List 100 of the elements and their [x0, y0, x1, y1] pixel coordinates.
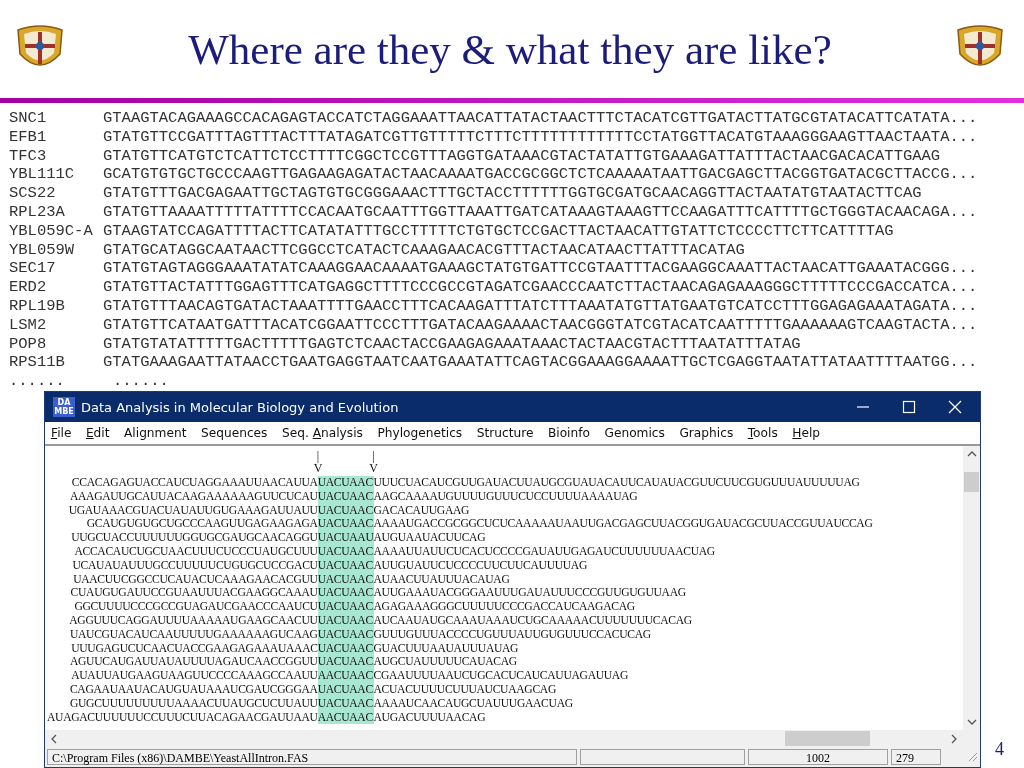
column-marker: | V	[313, 450, 322, 474]
sequence-text: AUGACUUUUAACAG	[373, 710, 487, 725]
gene-name: POP8	[9, 334, 48, 354]
gene-name: RPL23A	[9, 203, 66, 222]
menu-item[interactable]: Genomics	[604, 426, 665, 440]
sequence-text: AGUUCAUGAUUAUAUUUUAGAUCAACCGGUU	[68, 655, 318, 670]
menu-item[interactable]: Sequences	[200, 426, 268, 440]
scroll-down-icon[interactable]	[966, 718, 977, 726]
menu-item[interactable]: Phylogenetics	[377, 426, 463, 440]
sequence-text: ACCACAUCUGCUAACUUUCUCCCUAUGCUUU	[73, 545, 318, 559]
resize-grip-icon[interactable]	[968, 752, 978, 762]
sequence-text: UUGCUACCUUUUUUGGUGCGAUGCAACAGGU	[70, 531, 318, 545]
app-icon: DA MBE	[53, 397, 75, 417]
menu-item[interactable]: Graphics	[679, 426, 734, 440]
text-area[interactable]	[45, 446, 980, 747]
sequence-text: GCATGTGTGCTGCCCAAGTTGAGAAGAGATACTAACAAAATGACCGCGGCTCTCAAAAATAATTGACGAGCTTACGGTGATACGCTTACCG...	[103, 165, 978, 185]
motif-highlight: UACUAAC	[317, 517, 374, 532]
sequence-text: AUCAAUAUGCAAAUAAAUCUGCAAAAACUUUUUUUCACAG	[373, 613, 693, 628]
status-field: 1002	[748, 749, 888, 765]
sequence-text: GTATGTAGTAGGGAAATATATCAAAGGAACAAAATGAAAGCTATGTGATTCCGTAATTTACGAAGGCAAATTACTAACATTGAAATACGGG...	[103, 259, 978, 279]
sequence-text: UAACUUCGGCCUCAUACUCAAAGAACACGUU	[72, 572, 318, 587]
menu-item[interactable]: Bioinfo	[547, 426, 590, 440]
sequence-text: AAAGAUUGCAUUACAAGAAAAAAGUUCUCAU	[68, 489, 318, 504]
sequence-text: AUUGAAAUACGGGAAUUUGAUAUUUCCCGUUGUGUUAAG	[373, 586, 687, 601]
sequence-text: GTAAGTATCCAGATTTTACTTCATATATTTGCCTTTTTCTGTGCTCCGACTTACTAACATTGTATTCTCCCCTTCTTCATTTTAG	[103, 221, 895, 241]
sequence-text: AUAACUUAUUUACAUAG	[373, 572, 511, 587]
sequence-text: AGGUUUCAGGAUUUUAAAAAUGAAGCAACUU	[68, 613, 318, 628]
sequence-text: GTATGTTCATAATGATTTACATCGGAATTCCCTTTGATACAAGAAAACTAACGGGTATCGTACATCAATTTTTGAAAAAAGTCAAGTACTA...	[103, 315, 978, 335]
column-marker: | V	[369, 450, 378, 474]
slide-title: Where are they & what they are like?	[187, 24, 833, 74]
motif-highlight: AACUAAC	[317, 669, 374, 683]
motif-highlight: UACUAAC	[317, 655, 374, 670]
sequence-text: GTATGTTCATGTCTCATTCTCCTTTTCGGCTCCGTTTAGGTGATAAACGTACTATATTGTGAAAGATTATTTACTAACGACACATTGAAG	[103, 146, 942, 166]
gene-name: YBL059W	[9, 240, 76, 260]
gene-name: SEC17	[9, 259, 57, 279]
motif-highlight: UACUAAC	[317, 600, 374, 614]
window-title: Data Analysis in Molecular Biology and Evolution	[81, 399, 400, 415]
motif-highlight: UACUAAC	[317, 586, 374, 601]
sequence-text: AAAAUCAACAUGCUAUUUGAACUAG	[373, 696, 574, 711]
ellipsis-text: ......	[112, 372, 170, 391]
sequence-text: AGAGAAAGGGCUUUUUCCCGACCAUCAAGACAG	[373, 600, 636, 614]
gene-name: SCS22	[9, 184, 57, 203]
scroll-right-icon[interactable]	[950, 733, 958, 744]
gene-name: YBL059C-A	[9, 221, 94, 241]
sequence-text: UCAUAUAUUUGCCUUUUUCUGUGCUCCGACU	[71, 558, 318, 573]
sequence-text: CUAUGUGAUUCCGUAAUUUACGAAGGCAAAU	[69, 586, 318, 601]
sequence-text: AUAUUAUGAAGUAAGUUCCCCAAAGCCAAUU	[70, 669, 318, 683]
status-path: C:\Program Files (x86)\DAMBE\YeastAllIntron.FAS	[47, 749, 577, 765]
close-icon[interactable]	[948, 400, 962, 414]
sequence-text: AUUGUAUUCUCCCCUUCUUCAUUUUAG	[373, 558, 588, 573]
gene-name: EFB1	[9, 127, 48, 147]
sequence-text: AAAAUUAUUCUCACUCCCCGAUAUUGAGAUCUUUUUUAACUAG	[373, 545, 716, 559]
sequence-text: UGAUAAACGUACUAUAUUGUGAAAGAUUAUU	[67, 503, 318, 518]
motif-highlight: UACUAAU	[317, 531, 374, 545]
sequence-text: GTAAGTACAGAAAGCCACAGAGTACCATCTAGGAAATTAACATTATACTAACTTTCTACATCGTTGATACTTATGCGTATACATTCATATA...	[103, 109, 978, 128]
sequence-text: GUGCUUUUUUUUUAAAACUUAUGCUCUUAUU	[68, 696, 318, 711]
sequence-text: GTATGAAAGAATTATAACCTGAATGAGGTAATCAATGAAATATTCAGTACGGAAAGGAAAATTGCTCGAGGTAATATTATAATTTTAATGG...	[103, 353, 978, 373]
sequence-text: CGAAUUUUAAUCUGCACUCAUCAUUAGAUUAG	[373, 669, 629, 683]
menu-item[interactable]: File	[51, 426, 72, 440]
gene-name: ERD2	[9, 278, 48, 297]
gene-name: SNC1	[9, 109, 48, 128]
scroll-thumb[interactable]	[964, 472, 979, 492]
sequence-text: AAAAUGACCGCGGCUCUCAAAAAUAAUUGACGAGCUUACGGUGAUACGCUUACCGUUAUCCAG	[373, 517, 874, 532]
sequence-text: GUUUGUUUACCCCUGUUUAUUGUGUUUCCACUCAG	[373, 627, 652, 642]
sequence-text: GCAUGUGUGCUGCCCAAGUUGAGAAGAGA	[85, 517, 318, 532]
sequence-text: ACUACUUUUCUUUAUCUAAGCAG	[373, 682, 557, 697]
sequence-text: AUGUAAUACUUCAG	[373, 531, 487, 545]
menu-item[interactable]: Alignment	[124, 426, 187, 440]
sequence-text: CAGAAUAAUACAUGUAUAAAUCGAUCGGGAA	[68, 682, 318, 697]
sequence-text: GTATGTTACTATTTGGAGTTTCATGAGGCTTTTCCCGCCGTAGATCGAACCCAATCTTACTAACAGAGAAAGGGCTTTTTCCCGACCATCA...	[103, 278, 978, 297]
sequence-text: GTATGTATATTTTTGACTTTTTGAGTCTCAACTACCGAAGAGAAATAAACTACTAACGTACTTTAATATTTATAG	[103, 334, 802, 354]
sequence-text: AAGCAAAAUGUUUUGUUUCUCCUUUUAAAAUAG	[373, 489, 639, 504]
ellipsis-text: ......	[9, 372, 66, 391]
menu-item[interactable]: Edit	[85, 426, 110, 440]
scroll-thumb[interactable]	[785, 731, 870, 746]
status-field: 279	[891, 749, 941, 765]
sequence-text: CCACAGAGUACCAUCUAGGAAAUUAACAUUA	[70, 476, 318, 490]
gene-name: LSM2	[9, 315, 48, 335]
sequence-text: AUAGACUUUUUUCCUUUCUUACAGAACGAUUAAU	[47, 710, 318, 725]
sequence-text: UUUGAGUCUCAACUACCGAAGAGAAAUAAAC	[70, 641, 318, 656]
page-number: 4	[994, 739, 1004, 761]
menu-item[interactable]: Help	[792, 426, 821, 440]
menu-item[interactable]: Structure	[476, 426, 534, 440]
maximize-icon[interactable]	[902, 400, 916, 414]
sequence-text: GTATGTTCCGATTTAGTTTACTTTATAGATCGTTGTTTTTCTTTCTTTTTTTTTTTTCCTATGGTTACATGTAAAGGGAAGTTAACTAATA...	[103, 127, 978, 147]
gene-name: TFC3	[9, 146, 48, 166]
sequence-text: UAUCGUACAUCAAUUUUUGAAAAAAGUCAAG	[68, 627, 318, 642]
menu-item[interactable]: Tools	[747, 426, 778, 440]
sequence-text: GTATGTTTAACAGTGATACTAAATTTTGAACCTTTCACAAGATTTATCTTTAAATATGTTATGAATGTCATCCTTTGGAGAGAAATAGATA...	[103, 296, 978, 316]
menu-item[interactable]: Seq. Analysis	[281, 426, 363, 440]
horizontal-scrollbar[interactable]	[45, 730, 963, 747]
motif-highlight: UACUAAC	[317, 476, 374, 490]
scroll-up-icon[interactable]	[966, 450, 977, 458]
sequence-text: GTATGCATAGGCAATAACTTCGGCCTCATACTCAAAGAACACGTTTACTAACATAACTTATTTACATAG	[103, 240, 746, 260]
sequence-text: GTATGTTAAAATTTTTATTTTCCACAATGCAATTTGGTTAAATTGATCATAAAGTAAAGTTCCAAGATTTCATTTTGCTGGGTACAACAGA...	[103, 203, 978, 222]
vertical-scrollbar[interactable]	[963, 446, 980, 730]
scroll-left-icon[interactable]	[50, 733, 58, 744]
sequence-text: AUGCUAUUUUUCAUACAG	[373, 655, 518, 670]
sequence-text: UUUCUACAUCGUUGAUACUUAUGCGUAUACAUUCAUAUACGUUCUUCGUGUUUAUUUUUAG	[373, 476, 861, 490]
gene-name: YBL111C	[9, 165, 76, 185]
